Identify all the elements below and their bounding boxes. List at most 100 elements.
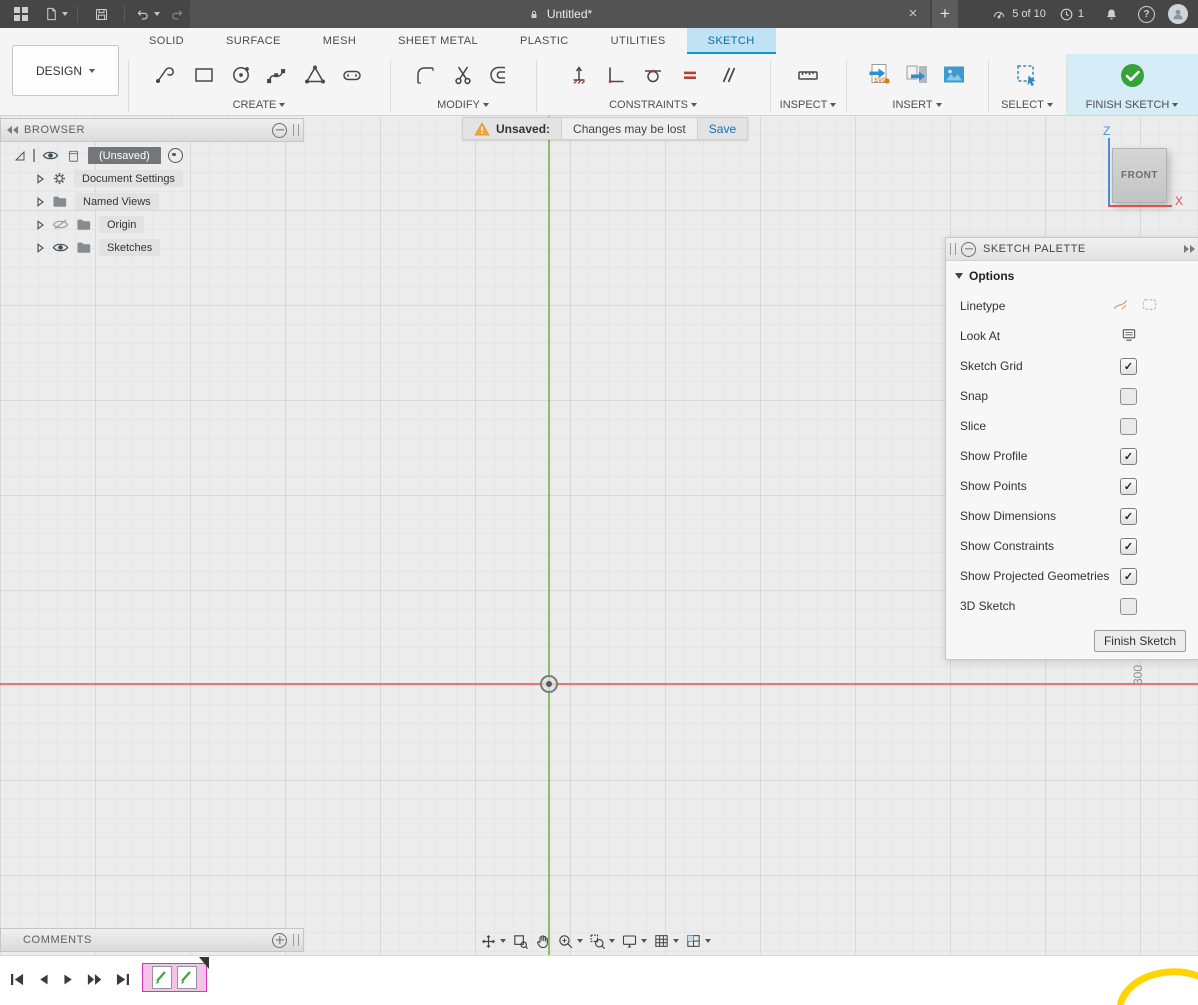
finish-sketch-icon[interactable]: [1118, 60, 1146, 90]
sketch-grid-checkbox[interactable]: ✓: [1120, 358, 1137, 375]
job-status-button[interactable]: 5 of 10: [991, 7, 1046, 21]
document-tab[interactable]: Untitled*: [190, 0, 930, 28]
tab-plastic[interactable]: PLASTIC: [499, 28, 590, 54]
parallel-constraint-icon[interactable]: [713, 60, 741, 90]
browser-header[interactable]: BROWSER: [0, 118, 304, 142]
new-tab-button[interactable]: [932, 0, 958, 28]
step-forward-button[interactable]: [87, 973, 103, 991]
palette-drag-handle[interactable]: [950, 243, 956, 255]
timeline-position-marker[interactable]: [199, 957, 209, 969]
root-document-label[interactable]: (Unsaved): [88, 147, 161, 164]
expand-caret-icon[interactable]: [36, 174, 45, 184]
options-section-header[interactable]: Options: [946, 261, 1198, 291]
tree-item-label[interactable]: Document Settings: [74, 170, 183, 187]
tree-item-label[interactable]: Named Views: [75, 193, 159, 210]
help-icon[interactable]: [1138, 6, 1155, 23]
comments-header[interactable]: COMMENTS: [0, 928, 304, 952]
zoom-window-button[interactable]: [589, 933, 615, 950]
viewports-button[interactable]: [685, 933, 711, 949]
step-back-button[interactable]: [37, 973, 50, 991]
construction-linetype-icon[interactable]: [1112, 297, 1129, 315]
3d-sketch-checkbox[interactable]: [1120, 598, 1137, 615]
sketch-feature-icon[interactable]: [177, 966, 197, 989]
tab-sketch[interactable]: SKETCH: [687, 28, 776, 54]
zoom-button[interactable]: [557, 933, 583, 950]
viewcube[interactable]: FRONT: [1112, 148, 1167, 203]
tab-mesh[interactable]: MESH: [302, 28, 377, 54]
free-orbit-button[interactable]: [480, 933, 506, 950]
slice-checkbox[interactable]: [1120, 418, 1137, 435]
panel-drag-handle[interactable]: [293, 934, 299, 946]
look-at-icon[interactable]: [1121, 327, 1137, 345]
undo-button[interactable]: [134, 7, 160, 22]
show-dimensions-checkbox[interactable]: ✓: [1120, 508, 1137, 525]
close-tab-icon[interactable]: [904, 4, 922, 22]
constraints-group-label[interactable]: CONSTRAINTS: [536, 99, 770, 111]
finish-sketch-button[interactable]: Finish Sketch: [1094, 630, 1186, 652]
measure-tool-icon[interactable]: [794, 60, 822, 90]
sketch-dimension-icon[interactable]: [565, 60, 593, 90]
look-at-button[interactable]: [512, 933, 529, 950]
dock-panel-icon[interactable]: [1184, 245, 1195, 253]
modify-group-label[interactable]: MODIFY: [390, 99, 536, 111]
pan-button[interactable]: [535, 933, 551, 950]
equal-constraint-icon[interactable]: [676, 60, 704, 90]
tab-surface[interactable]: SURFACE: [205, 28, 302, 54]
show-constraints-checkbox[interactable]: ✓: [1120, 538, 1137, 555]
play-button[interactable]: [62, 973, 75, 991]
skip-to-end-button[interactable]: [115, 973, 130, 991]
centerline-linetype-icon[interactable]: [1141, 297, 1158, 315]
show-profile-checkbox[interactable]: ✓: [1120, 448, 1137, 465]
tree-item-sketches[interactable]: Sketches: [0, 236, 302, 259]
trim-tool-icon[interactable]: [449, 60, 477, 90]
display-settings-button[interactable]: [621, 933, 647, 949]
x-axis-line[interactable]: [0, 683, 1198, 685]
timeline-selected-features[interactable]: [142, 963, 207, 992]
collapse-panel-icon[interactable]: [7, 126, 18, 134]
select-tool-icon[interactable]: [1013, 60, 1041, 90]
tree-item-label[interactable]: Origin: [99, 216, 144, 233]
design-workspace-dropdown[interactable]: DESIGN: [12, 45, 119, 96]
avatar[interactable]: [1168, 4, 1188, 24]
visibility-eye-icon[interactable]: [42, 149, 59, 162]
show-points-checkbox[interactable]: ✓: [1120, 478, 1137, 495]
grid-settings-button[interactable]: [653, 933, 679, 949]
app-grid-icon[interactable]: [7, 0, 35, 29]
tree-item-document-settings[interactable]: Document Settings: [0, 167, 302, 190]
tab-solid[interactable]: SOLID: [128, 28, 205, 54]
notifications-button[interactable]: 1: [1059, 7, 1084, 22]
polygon-tool-icon[interactable]: [301, 60, 329, 90]
show-projected-geometries-checkbox[interactable]: ✓: [1120, 568, 1137, 585]
visibility-eye-icon[interactable]: [52, 241, 69, 254]
snap-checkbox[interactable]: [1120, 388, 1137, 405]
tab-utilities[interactable]: UTILITIES: [590, 28, 687, 54]
insert-canvas-icon[interactable]: [940, 60, 968, 90]
create-group-label[interactable]: CREATE: [128, 99, 390, 111]
finish-sketch-group-label[interactable]: FINISH SKETCH: [1066, 99, 1198, 111]
save-button[interactable]: [87, 0, 115, 29]
save-link[interactable]: Save: [698, 117, 748, 140]
rectangle-tool-icon[interactable]: [190, 60, 218, 90]
tree-item-label[interactable]: Sketches: [99, 239, 160, 256]
file-menu-button[interactable]: [44, 6, 68, 22]
add-comment-icon[interactable]: [272, 933, 287, 948]
expand-caret-icon[interactable]: [36, 197, 45, 207]
origin-point[interactable]: [540, 675, 558, 693]
tree-item-origin[interactable]: Origin: [0, 213, 302, 236]
skip-to-start-button[interactable]: [10, 973, 25, 991]
browser-root-row[interactable]: (Unsaved): [0, 144, 302, 167]
circle-tool-icon[interactable]: [227, 60, 255, 90]
sketch-palette-header[interactable]: SKETCH PALETTE: [946, 238, 1198, 261]
tree-item-named-views[interactable]: Named Views: [0, 190, 302, 213]
insert-group-label[interactable]: INSERT: [846, 99, 988, 111]
y-axis-line[interactable]: [548, 115, 550, 955]
line-tool-icon[interactable]: [153, 60, 181, 90]
offset-tool-icon[interactable]: [486, 60, 514, 90]
bell-icon[interactable]: [1097, 0, 1125, 29]
spline-tool-icon[interactable]: [264, 60, 292, 90]
fillet-tool-icon[interactable]: [412, 60, 440, 90]
panel-drag-handle[interactable]: [293, 124, 299, 136]
tab-sheet-metal[interactable]: SHEET METAL: [377, 28, 499, 54]
expand-caret-icon[interactable]: [36, 243, 45, 253]
visibility-off-eye-icon[interactable]: [52, 218, 69, 231]
